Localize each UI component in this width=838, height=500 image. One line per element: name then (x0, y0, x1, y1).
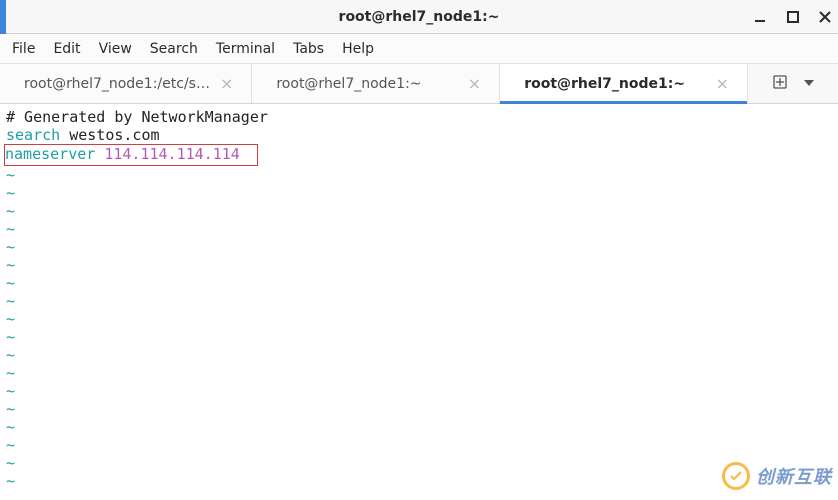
editor-empty-line: ~ (6, 292, 832, 310)
search-arg: westos.com (60, 126, 159, 144)
menu-file[interactable]: File (12, 41, 35, 57)
editor-empty-line: ~ (6, 418, 832, 436)
editor-empty-line: ~ (6, 256, 832, 274)
editor-empty-line: ~ (6, 400, 832, 418)
tab-close-icon[interactable]: × (706, 74, 729, 93)
tabs-bar: root@rhel7_node1:/etc/s… × root@rhel7_no… (0, 64, 838, 104)
editor-empty-line: ~ (6, 238, 832, 256)
editor-empty-line: ~ (6, 382, 832, 400)
tab-menu-button[interactable] (803, 74, 815, 93)
editor-empty-line: ~ (6, 454, 832, 472)
nameserver-highlight-box: nameserver 114.114.114.114 (4, 144, 258, 166)
window-buttons (754, 0, 832, 34)
tab-label: root@rhel7_node1:~ (276, 76, 421, 92)
editor-empty-line: ~ (6, 346, 832, 364)
close-button[interactable] (818, 10, 832, 24)
menubar: File Edit View Search Terminal Tabs Help (0, 34, 838, 64)
menu-view[interactable]: View (99, 41, 132, 57)
tab-label: root@rhel7_node1:/etc/s… (24, 76, 210, 92)
comment-text: # Generated by NetworkManager (6, 108, 268, 126)
maximize-button[interactable] (786, 10, 800, 24)
editor-empty-line: ~ (6, 202, 832, 220)
tab-close-icon[interactable]: × (458, 74, 481, 93)
editor-line: nameserver 114.114.114.114 (6, 144, 832, 166)
editor-empty-line: ~ (6, 364, 832, 382)
window-title: root@rhel7_node1:~ (339, 9, 500, 25)
menu-tabs[interactable]: Tabs (293, 41, 324, 57)
editor-empty-line: ~ (6, 274, 832, 292)
terminal-content[interactable]: # Generated by NetworkManager search wes… (0, 104, 838, 496)
watermark-text: 创新互联 (756, 463, 832, 489)
minimize-button[interactable] (754, 10, 768, 24)
watermark: 创新互联 (722, 462, 832, 490)
editor-empty-line: ~ (6, 328, 832, 346)
menu-edit[interactable]: Edit (53, 41, 80, 57)
editor-empty-line: ~ (6, 436, 832, 454)
nameserver-ip: 114.114.114.114 (104, 145, 239, 163)
editor-empty-line: ~ (6, 166, 832, 184)
titlebar: root@rhel7_node1:~ (0, 0, 838, 34)
titlebar-accent (0, 0, 6, 34)
editor-line: # Generated by NetworkManager (6, 108, 832, 126)
tab-close-icon[interactable]: × (210, 74, 233, 93)
editor-line: search westos.com (6, 126, 832, 144)
editor-empty-line: ~ (6, 472, 832, 490)
editor-empty-line: ~ (6, 220, 832, 238)
tab-label: root@rhel7_node1:~ (524, 76, 685, 92)
tab-3[interactable]: root@rhel7_node1:~ × (500, 64, 748, 103)
nameserver-keyword: nameserver (5, 145, 104, 163)
menu-terminal[interactable]: Terminal (216, 41, 275, 57)
menu-help[interactable]: Help (342, 41, 374, 57)
new-tab-button[interactable] (771, 73, 789, 95)
new-tab-area (748, 64, 838, 103)
tab-2[interactable]: root@rhel7_node1:~ × (252, 64, 500, 103)
watermark-logo-icon (722, 462, 750, 490)
search-keyword: search (6, 126, 60, 144)
menu-search[interactable]: Search (150, 41, 198, 57)
editor-empty-line: ~ (6, 310, 832, 328)
tab-1[interactable]: root@rhel7_node1:/etc/s… × (0, 64, 252, 103)
editor-empty-line: ~ (6, 184, 832, 202)
